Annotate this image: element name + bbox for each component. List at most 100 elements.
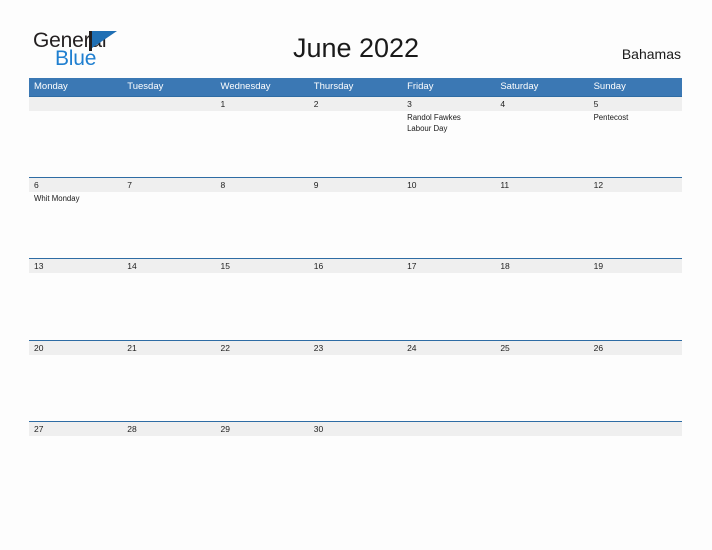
week-event-strip: Whit Monday [29, 192, 682, 258]
day-number[interactable]: 8 [216, 178, 309, 192]
day-number[interactable]: 27 [29, 422, 122, 436]
day-number[interactable]: 6 [29, 178, 122, 192]
weekday-header-monday: Monday [34, 81, 68, 92]
day-number[interactable]: 9 [309, 178, 402, 192]
event-label: Randol Fawkes [407, 113, 461, 122]
calendar-page: General Blue June 2022 Bahamas Monday Tu… [0, 0, 712, 550]
day-cell[interactable] [216, 111, 309, 177]
day-cell[interactable] [122, 273, 215, 340]
day-cell[interactable] [309, 355, 402, 421]
day-cell[interactable] [402, 436, 495, 504]
day-cell[interactable] [29, 355, 122, 421]
calendar-week-row: 1 2 3 4 5 Randol Fawkes Labour Day Pente… [29, 96, 682, 177]
day-cell[interactable] [122, 192, 215, 258]
day-number[interactable]: 2 [309, 97, 402, 111]
day-cell[interactable] [495, 436, 588, 504]
day-cell[interactable] [216, 355, 309, 421]
page-title: June 2022 [292, 33, 420, 63]
day-number[interactable]: 19 [589, 259, 682, 273]
day-number[interactable]: 1 [216, 97, 309, 111]
day-cell[interactable] [495, 192, 588, 258]
day-number[interactable]: 10 [402, 178, 495, 192]
day-cell[interactable] [309, 111, 402, 177]
day-cell[interactable] [122, 111, 215, 177]
day-number[interactable]: 26 [589, 341, 682, 355]
day-cell[interactable] [402, 355, 495, 421]
day-number[interactable]: 29 [216, 422, 309, 436]
event-label: Whit Monday [34, 194, 80, 203]
day-number[interactable]: 16 [309, 259, 402, 273]
day-cell[interactable] [309, 273, 402, 340]
day-cell[interactable]: Randol Fawkes Labour Day [402, 111, 495, 177]
calendar-week-row: 27 28 29 30 [29, 421, 682, 504]
day-cell[interactable] [402, 192, 495, 258]
event-label: Pentecost [593, 113, 629, 122]
day-number[interactable]: 14 [122, 259, 215, 273]
day-cell[interactable] [495, 355, 588, 421]
day-number[interactable]: 4 [495, 97, 588, 111]
calendar-grid: Monday Tuesday Wednesday Thursday Friday… [29, 78, 682, 504]
week-event-strip [29, 355, 682, 421]
day-number[interactable]: 23 [309, 341, 402, 355]
day-cell[interactable] [122, 436, 215, 504]
day-cell[interactable]: Pentecost [589, 111, 682, 177]
day-cell[interactable] [216, 192, 309, 258]
day-cell[interactable] [309, 192, 402, 258]
weekday-header-row: Monday Tuesday Wednesday Thursday Friday… [29, 78, 682, 96]
day-cell[interactable] [29, 436, 122, 504]
week-date-strip: 27 28 29 30 [29, 422, 682, 436]
day-number[interactable]: 11 [495, 178, 588, 192]
calendar-week-row: 13 14 15 16 17 18 19 [29, 258, 682, 340]
day-cell[interactable] [495, 111, 588, 177]
day-cell[interactable] [122, 355, 215, 421]
day-cell[interactable] [29, 111, 122, 177]
day-number[interactable]: 28 [122, 422, 215, 436]
day-number[interactable] [122, 97, 215, 111]
week-date-strip: 1 2 3 4 5 [29, 97, 682, 111]
day-number[interactable] [29, 97, 122, 111]
day-number[interactable]: 22 [216, 341, 309, 355]
day-cell[interactable] [589, 192, 682, 258]
day-cell[interactable]: Whit Monday [29, 192, 122, 258]
day-number[interactable]: 30 [309, 422, 402, 436]
day-number[interactable]: 7 [122, 178, 215, 192]
page-header: General Blue June 2022 Bahamas [0, 0, 712, 76]
event-label: Labour Day [407, 123, 448, 133]
day-number[interactable]: 24 [402, 341, 495, 355]
week-date-strip: 20 21 22 23 24 25 26 [29, 341, 682, 355]
calendar-week-row: 20 21 22 23 24 25 26 [29, 340, 682, 421]
day-number[interactable]: 3 [402, 97, 495, 111]
day-cell[interactable] [589, 273, 682, 340]
day-cell[interactable] [216, 273, 309, 340]
day-number[interactable]: 25 [495, 341, 588, 355]
country-label: Bahamas [621, 46, 681, 62]
day-cell[interactable] [402, 273, 495, 340]
weekday-header-saturday: Saturday [500, 81, 539, 92]
day-cell[interactable] [216, 436, 309, 504]
week-event-strip [29, 273, 682, 340]
day-cell[interactable] [495, 273, 588, 340]
weekday-header-wednesday: Wednesday [220, 81, 271, 92]
week-event-strip: Randol Fawkes Labour Day Pentecost [29, 111, 682, 177]
weekday-header-thursday: Thursday [313, 81, 354, 92]
day-number[interactable] [589, 422, 682, 436]
day-cell[interactable] [589, 355, 682, 421]
day-number[interactable]: 15 [216, 259, 309, 273]
week-event-strip [29, 436, 682, 504]
day-cell[interactable] [29, 273, 122, 340]
day-number[interactable]: 18 [495, 259, 588, 273]
week-date-strip: 6 7 8 9 10 11 12 [29, 178, 682, 192]
weekday-header-friday: Friday [407, 81, 434, 92]
day-number[interactable]: 12 [589, 178, 682, 192]
day-number[interactable]: 17 [402, 259, 495, 273]
day-number[interactable] [402, 422, 495, 436]
day-number[interactable]: 20 [29, 341, 122, 355]
day-number[interactable]: 13 [29, 259, 122, 273]
day-number[interactable]: 5 [589, 97, 682, 111]
week-date-strip: 13 14 15 16 17 18 19 [29, 259, 682, 273]
calendar-week-row: 6 7 8 9 10 11 12 Whit Monday [29, 177, 682, 258]
day-number[interactable]: 21 [122, 341, 215, 355]
day-cell[interactable] [309, 436, 402, 504]
day-number[interactable] [495, 422, 588, 436]
day-cell[interactable] [589, 436, 682, 504]
